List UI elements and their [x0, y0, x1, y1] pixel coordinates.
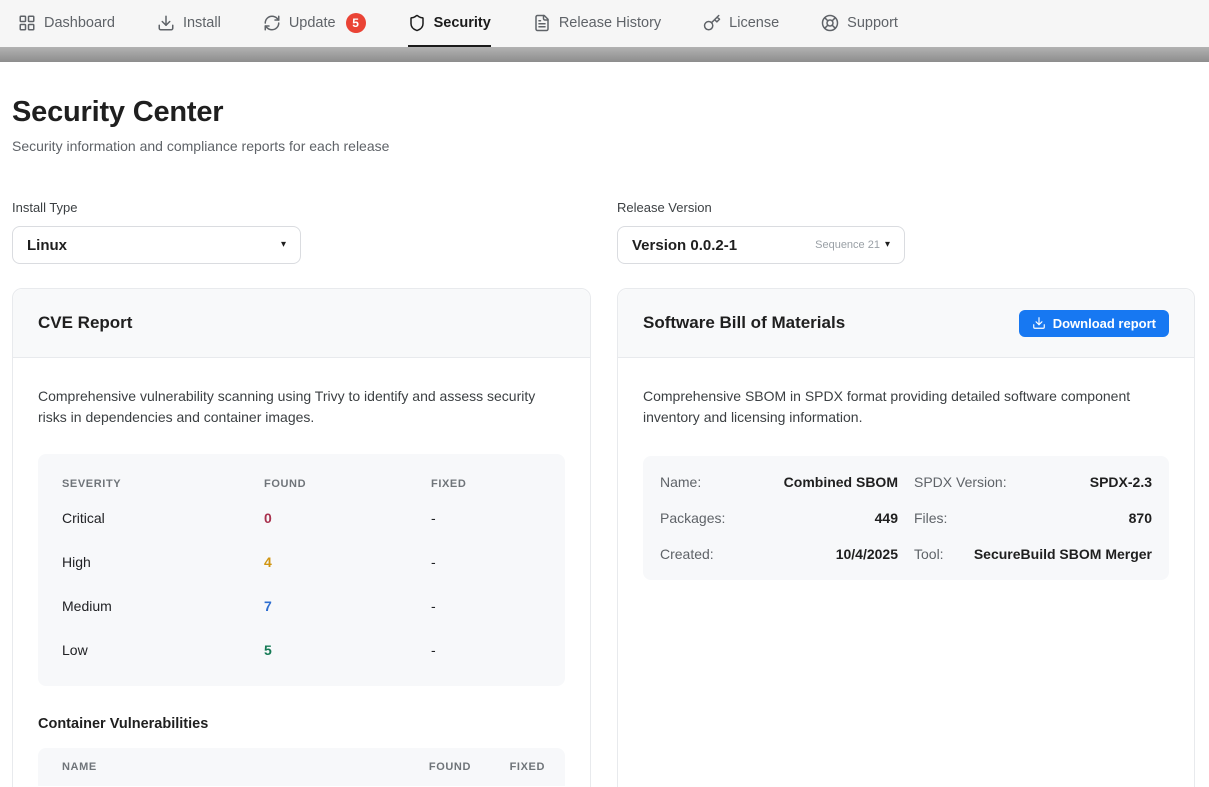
install-type-label: Install Type — [12, 200, 591, 215]
cve-card-title: CVE Report — [38, 313, 132, 333]
table-row: Medium 7 - — [62, 584, 541, 628]
severity-name: Critical — [62, 510, 264, 526]
sbom-details: Name: Combined SBOM SPDX Version: SPDX-2… — [643, 456, 1169, 580]
container-vulnerabilities-title: Container Vulnerabilities — [38, 716, 565, 732]
table-row: High 4 - — [62, 540, 541, 584]
fixed-count: - — [431, 598, 541, 614]
severity-table-header: SEVERITY FOUND FIXED — [62, 458, 541, 496]
detail-label: SPDX Version: — [914, 474, 1007, 490]
sbom-detail-created: Created: 10/4/2025 — [660, 536, 898, 572]
detail-value: SPDX-2.3 — [1090, 474, 1152, 490]
nav-label: Update — [289, 15, 336, 31]
detail-value: SecureBuild SBOM Merger — [974, 546, 1152, 562]
sequence-wrap: Sequence 21 ▾ — [815, 239, 890, 251]
nav-label: Release History — [559, 15, 661, 31]
detail-label: Files: — [914, 510, 947, 526]
sequence-label: Sequence 21 — [815, 239, 880, 251]
top-nav: Dashboard Install Update 5 Security Rele… — [0, 0, 1209, 47]
severity-name: Low — [62, 642, 264, 658]
sbom-card-title: Software Bill of Materials — [643, 313, 845, 333]
severity-name: High — [62, 554, 264, 570]
nav-item-support[interactable]: Support — [821, 0, 898, 47]
release-version-select[interactable]: Version 0.0.2-1 Sequence 21 ▾ — [617, 226, 905, 264]
col-found: FOUND — [264, 478, 431, 490]
detail-label: Name: — [660, 474, 701, 490]
detail-label: Packages: — [660, 510, 725, 526]
col-fixed: FIXED — [493, 761, 545, 773]
release-version-label: Release Version — [617, 200, 1195, 215]
sbom-card: Software Bill of Materials Download repo… — [617, 288, 1195, 787]
nav-item-release-history[interactable]: Release History — [533, 0, 661, 47]
install-type-select[interactable]: Linux ▾ — [12, 226, 301, 264]
col-found: FOUND — [409, 761, 471, 773]
nav-label: Support — [847, 15, 898, 31]
nav-label: Install — [183, 15, 221, 31]
detail-value: 870 — [1129, 510, 1152, 526]
page-subtitle: Security information and compliance repo… — [12, 138, 1195, 154]
nav-label: License — [729, 15, 779, 31]
found-count: 5 — [264, 642, 431, 658]
chevron-down-icon: ▾ — [281, 240, 286, 250]
fixed-count: - — [431, 554, 541, 570]
shield-icon — [408, 14, 426, 32]
nav-label: Security — [434, 15, 491, 31]
nav-item-dashboard[interactable]: Dashboard — [18, 0, 115, 47]
cve-description: Comprehensive vulnerability scanning usi… — [38, 386, 565, 428]
file-text-icon — [533, 14, 551, 32]
sbom-detail-packages: Packages: 449 — [660, 500, 898, 536]
key-icon — [703, 14, 721, 32]
download-icon — [157, 14, 175, 32]
fixed-count: - — [431, 510, 541, 526]
dashboard-icon — [18, 14, 36, 32]
table-row: Low 5 - — [62, 628, 541, 672]
container-table-header: NAME FOUND FIXED — [38, 748, 565, 786]
detail-value: 449 — [875, 510, 898, 526]
sbom-card-header: Software Bill of Materials Download repo… — [618, 289, 1194, 358]
install-type-value: Linux — [27, 237, 67, 254]
sbom-detail-name: Name: Combined SBOM — [660, 464, 898, 500]
release-version-field: Release Version Version 0.0.2-1 Sequence… — [617, 200, 1195, 264]
nav-item-update[interactable]: Update 5 — [263, 0, 366, 47]
detail-label: Created: — [660, 546, 714, 562]
page-title: Security Center — [12, 96, 1195, 129]
nav-label: Dashboard — [44, 15, 115, 31]
download-report-button[interactable]: Download report — [1019, 310, 1169, 337]
release-version-value: Version 0.0.2-1 — [632, 237, 737, 254]
nav-item-install[interactable]: Install — [157, 0, 221, 47]
nav-item-security[interactable]: Security — [408, 0, 491, 47]
found-count: 7 — [264, 598, 431, 614]
life-buoy-icon — [821, 14, 839, 32]
fixed-count: - — [431, 642, 541, 658]
severity-table: SEVERITY FOUND FIXED Critical 0 - High 4… — [38, 454, 565, 686]
update-count-badge: 5 — [346, 13, 366, 33]
cve-card-header: CVE Report — [13, 289, 590, 358]
found-count: 0 — [264, 510, 431, 526]
col-severity: SEVERITY — [62, 478, 264, 490]
chevron-down-icon: ▾ — [885, 240, 890, 250]
sbom-detail-tool: Tool: SecureBuild SBOM Merger — [914, 536, 1152, 572]
col-name: NAME — [62, 761, 409, 773]
table-row: Critical 0 - — [62, 496, 541, 540]
detail-label: Tool: — [914, 546, 944, 562]
download-icon — [1032, 316, 1046, 330]
detail-value: 10/4/2025 — [836, 546, 898, 562]
install-type-field: Install Type Linux ▾ — [12, 200, 591, 264]
nav-item-license[interactable]: License — [703, 0, 779, 47]
severity-name: Medium — [62, 598, 264, 614]
filters-row: Install Type Linux ▾ Release Version Ver… — [12, 200, 1195, 264]
refresh-icon — [263, 14, 281, 32]
nav-shadow-divider — [0, 47, 1209, 62]
col-fixed: FIXED — [431, 478, 541, 490]
cve-report-card: CVE Report Comprehensive vulnerability s… — [12, 288, 591, 787]
found-count: 4 — [264, 554, 431, 570]
sbom-detail-files: Files: 870 — [914, 500, 1152, 536]
sbom-detail-spdx-version: SPDX Version: SPDX-2.3 — [914, 464, 1152, 500]
detail-value: Combined SBOM — [784, 474, 898, 490]
download-report-label: Download report — [1053, 316, 1156, 331]
sbom-description: Comprehensive SBOM in SPDX format provid… — [643, 386, 1169, 428]
